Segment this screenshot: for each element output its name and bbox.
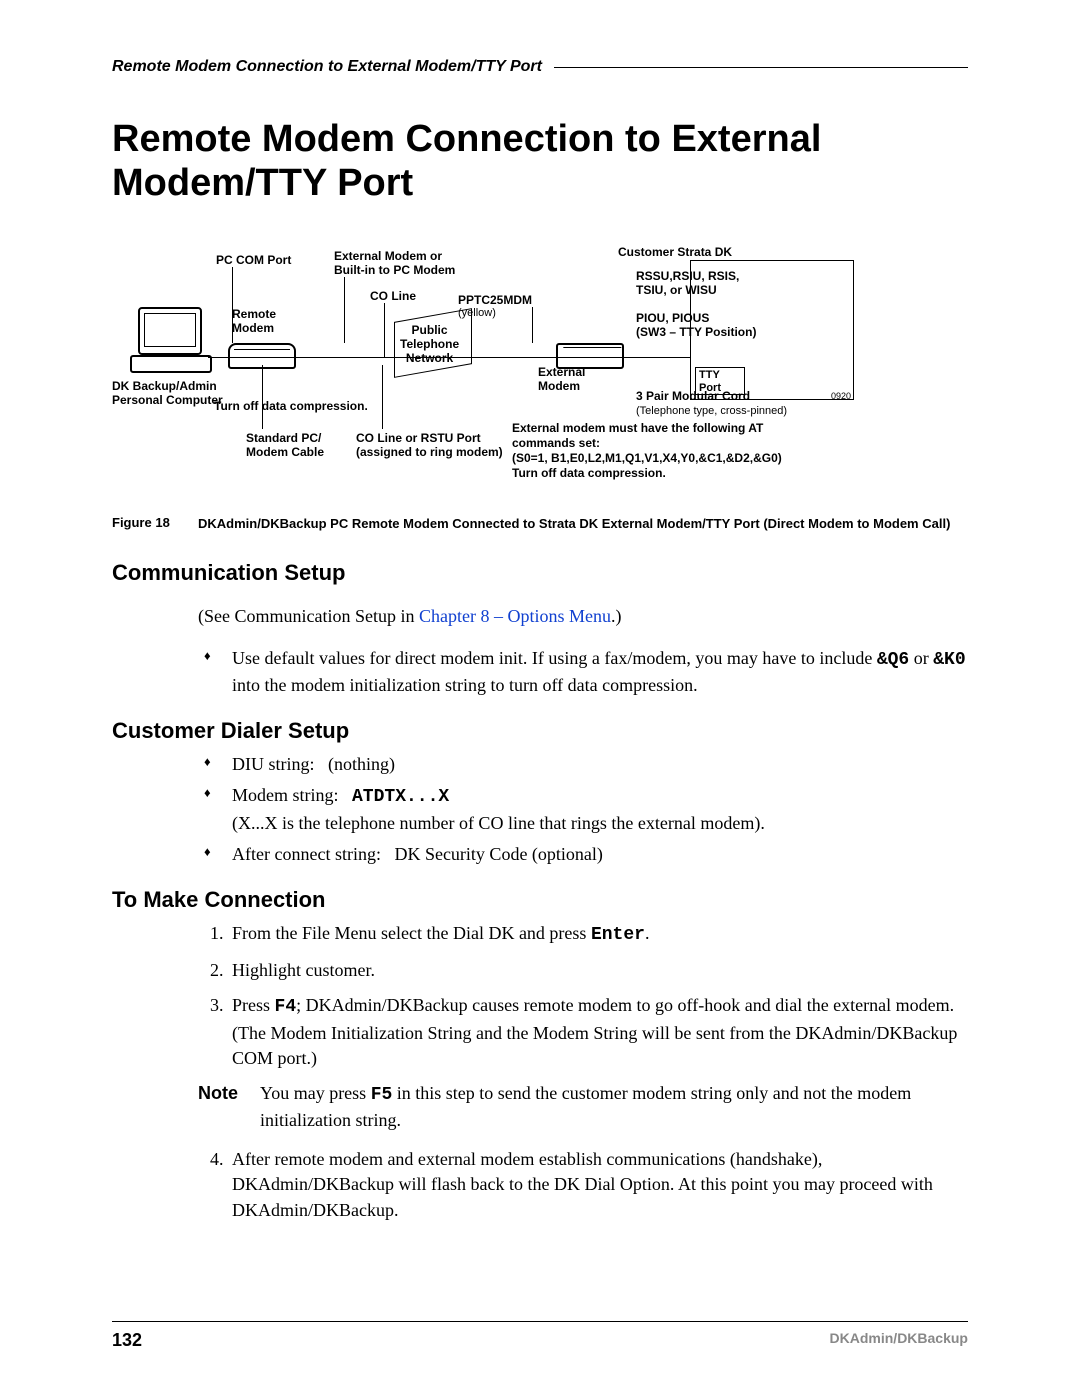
heading-customer-dialer: Customer Dialer Setup — [112, 718, 968, 744]
label-ptn: Public Telephone Network — [400, 323, 459, 365]
label-dk-backup-pc: DK Backup/Admin Personal Computer — [112, 379, 223, 407]
text: Modem string: — [232, 785, 352, 805]
lead-line — [262, 365, 263, 429]
text: or — [909, 648, 933, 668]
label-ext-at-cmds: External modem must have the following A… — [512, 421, 782, 481]
label-customer-strata: Customer Strata DK — [618, 245, 732, 259]
list-item: Use default values for direct modem init… — [228, 646, 968, 698]
figure-diagram: TTY Port 0920 PC COM Port External Modem… — [112, 235, 968, 495]
footer-product: DKAdmin/DKBackup — [830, 1330, 968, 1351]
figure-caption-text: DKAdmin/DKBackup PC Remote Modem Connect… — [198, 515, 950, 533]
text: Use default values for direct modem init… — [232, 648, 877, 668]
text: ; DKAdmin/DKBackup causes remote modem t… — [232, 995, 957, 1067]
list-item: From the File Menu select the Dial DK an… — [228, 921, 968, 948]
label-pptc25mdm: PPTC25MDM — [458, 293, 532, 307]
heading-communication-setup: Communication Setup — [112, 560, 968, 586]
label-three-pair: 3 Pair Modular Cord — [636, 389, 750, 403]
page-number: 132 — [112, 1330, 142, 1351]
label-std-cable: Standard PC/ Modem Cable — [246, 431, 324, 459]
lead-line — [532, 307, 533, 343]
lead-line — [344, 277, 345, 343]
dialer-list: DIU string: (nothing) Modem string: ATDT… — [198, 752, 968, 867]
connection-steps-cont: After remote modem and external modem es… — [198, 1147, 968, 1223]
link-chapter-8[interactable]: Chapter 8 – Options Menu — [419, 606, 611, 626]
label-external-modem: External Modem — [538, 365, 585, 393]
code: F4 — [275, 997, 297, 1017]
label-tel-type: (Telephone type, cross-pinned) — [636, 405, 787, 417]
list-item: Modem string: ATDTX...X (X...X is the te… — [228, 783, 968, 835]
code: &K0 — [933, 650, 965, 670]
list-item: After connect string: DK Security Code (… — [228, 842, 968, 867]
note-text: You may press F5 in this step to send th… — [260, 1081, 968, 1133]
text: (See Communication Setup in — [198, 606, 419, 626]
text: From the File Menu select the Dial DK an… — [232, 923, 591, 943]
label-unit-list: RSSU,RSIU, RSIS, TSIU, or WISU — [636, 269, 739, 297]
lead-line — [384, 303, 385, 357]
text: Press — [232, 995, 275, 1015]
note-label: Note — [198, 1081, 260, 1133]
list-item: DIU string: (nothing) — [228, 752, 968, 777]
text: You may press — [260, 1083, 371, 1103]
figure-ref-number: 0920 — [831, 391, 851, 401]
list-item: After remote modem and external modem es… — [228, 1147, 968, 1223]
code: &Q6 — [877, 650, 909, 670]
comm-setup-intro: (See Communication Setup in Chapter 8 – … — [198, 604, 968, 628]
note: Note You may press F5 in this step to se… — [198, 1081, 968, 1133]
text: into the modem initialization string to … — [232, 675, 698, 695]
label-co-rstu: CO Line or RSTU Port (assigned to ring m… — [356, 431, 503, 459]
list-item: Highlight customer. — [228, 958, 968, 983]
label-turn-off: Turn off data compression. — [214, 399, 368, 413]
label-remote-modem: Remote Modem — [232, 307, 276, 335]
computer-icon — [130, 307, 208, 373]
label-co-line: CO Line — [370, 289, 416, 303]
figure-number: Figure 18 — [112, 515, 198, 533]
header-rule — [554, 67, 968, 68]
connection-steps: From the File Menu select the Dial DK an… — [198, 921, 968, 1071]
heading-make-connection: To Make Connection — [112, 887, 968, 913]
page-title: Remote Modem Connection to External Mode… — [112, 118, 968, 205]
comm-setup-list: Use default values for direct modem init… — [198, 646, 968, 698]
text: .) — [611, 606, 622, 626]
text: (X...X is the telephone number of CO lin… — [232, 813, 765, 833]
code: F5 — [371, 1085, 393, 1105]
list-item: Press F4; DKAdmin/DKBackup causes remote… — [228, 993, 968, 1071]
text: . — [645, 923, 650, 943]
lead-line — [232, 267, 233, 343]
lead-line — [382, 365, 383, 429]
label-yellow: (yellow) — [458, 307, 496, 319]
running-header-text: Remote Modem Connection to External Mode… — [112, 58, 542, 76]
label-external-or-builtin: External Modem or Built-in to PC Modem — [334, 249, 455, 277]
page-footer: 132 DKAdmin/DKBackup — [112, 1321, 968, 1351]
running-header: Remote Modem Connection to External Mode… — [112, 58, 968, 76]
figure-caption: Figure 18 DKAdmin/DKBackup PC Remote Mod… — [112, 515, 968, 533]
label-pc-com-port: PC COM Port — [216, 253, 291, 267]
page: Remote Modem Connection to External Mode… — [0, 0, 1080, 1397]
label-piou: PIOU, PIOUS (SW3 – TTY Position) — [636, 311, 756, 339]
code: Enter — [591, 925, 645, 945]
code: ATDTX...X — [352, 787, 449, 807]
